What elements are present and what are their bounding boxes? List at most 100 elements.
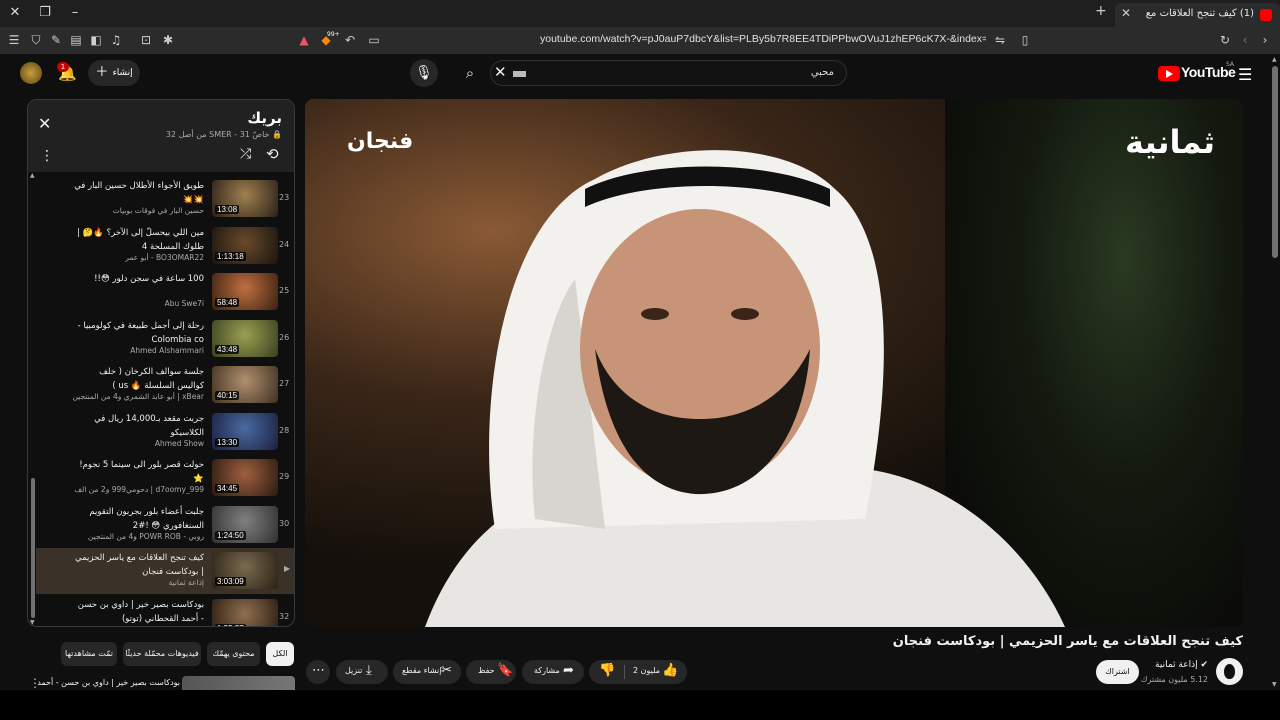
download-button[interactable]: تنزيل ⤓ [336,660,388,684]
like-icon[interactable]: 👍 [662,663,678,678]
like-count[interactable]: 2 مليون [633,666,660,675]
channel-name[interactable]: ✔ إذاعة ثمانية [1155,660,1208,670]
playlist-item[interactable]: 29 34:45 حولت قصر بلور الى سينما 5 نجوم!⭐ d… [36,455,294,501]
playlist-privacy: خاصّ [252,130,270,139]
hamburger-menu-icon[interactable]: ☰ [1238,65,1252,84]
sidebar-menu-icon[interactable]: ☰ [6,32,22,48]
brave-rewards-icon[interactable]: ▲ [296,32,312,48]
duration-badge: 40:15 [215,391,240,400]
playlist-title[interactable]: بريك [247,109,282,127]
close-icon[interactable]: ✕ [38,114,51,133]
playlist-item-channel: Ahmed Show [154,438,204,448]
save-button[interactable]: حفظ 🔖 [466,660,516,684]
playlist-item[interactable]: 28 13:30 جربت مقعد بـ14,000 ريال في الكلاس… [36,409,294,455]
browser-toolbar: ☰ ⛉ ✎ ▤ ◧ ♫ ⊡ ✱ ▲ ◆ 99+ ↶ ▭ youtube.com/… [0,27,1280,54]
window-close-icon[interactable]: ✕ [4,4,26,22]
playlist-item-index: 25 [279,286,290,295]
divider [624,665,625,679]
subscribe-button[interactable]: اشتراك [1096,660,1139,684]
playlist-item[interactable]: 30 1:24:50 جلبت أعضاء بلور بجربون التقويم … [36,502,294,548]
music-icon[interactable]: ♫ [108,32,124,48]
playlist-owner[interactable]: SMER [209,130,232,139]
page-scrollbar[interactable]: ▲ ▼ [1270,54,1280,690]
search-input[interactable]: ✕ محبي [490,60,847,86]
channel-wordmark: ثمانية [1125,123,1215,161]
playlist-item-channel: حسين البار في فوقات بوبيات [112,206,204,215]
more-actions-button[interactable]: ⋯ [306,660,330,684]
scroll-up-icon[interactable]: ▲ [30,172,35,179]
scroll-up-icon[interactable]: ▲ [1272,56,1277,63]
tabs-icon[interactable]: ▤ [68,32,84,48]
video-player[interactable]: فنجان ثمانية [305,99,1243,627]
dislike-icon[interactable]: 👎 [599,663,615,678]
shield-icon[interactable]: ⛉ [28,32,44,48]
playlist-panel: بريك 🔒 خاصّ SMER - 31 من أصل 32 ✕ ⋮ ⤮ ⟲ … [27,99,295,627]
playlist-position: 31 من أصل 32 [165,130,250,139]
chip-watched[interactable]: تمّت مشاهدتها [61,642,117,666]
cast-icon[interactable]: ▭ [366,32,382,48]
undo-icon[interactable]: ↶ [342,32,358,48]
playlist-item[interactable]: 25 58:48 100 ساعة في سجن دلور 😳!! Abu Swe7i [36,269,294,315]
chip-for-you[interactable]: محتوى يهمّك [207,642,260,666]
puzzle-icon[interactable]: ✱ [160,32,176,48]
bookmark-icon[interactable]: ▯ [1017,32,1033,48]
browser-tab-strip: ✕ ❐ – + ✕ (1) كيف تنجح العلاقات مع ياسر … [0,0,1280,27]
clear-search-icon[interactable]: ✕ [494,63,507,81]
playlist-item-title: مين اللي بيحسلّ إلى الآخر؟ 🔥🤔 | طلوك الم… [77,227,204,252]
duration-badge: 1:55:37 [215,623,246,626]
loop-icon[interactable]: ⟲ [266,145,279,163]
share-button[interactable]: مشاركة ➦ [522,660,584,684]
playlist-item[interactable]: 32 1:55:37 بودكاست بصير خير | داوي بن حسن … [36,595,294,626]
forward-icon[interactable]: › [1257,32,1273,48]
scroll-thumb[interactable] [31,478,35,618]
back-icon[interactable]: ‹ [1237,32,1253,48]
youtube-favicon-icon [1260,9,1272,21]
playlist-item-thumbnail: 1:24:50 [212,505,278,543]
shuffle-icon[interactable]: ⤮ [240,146,251,162]
more-icon[interactable]: ⋮ [40,148,54,164]
window-restore-icon[interactable]: ❐ [34,4,56,22]
tab-close-icon[interactable]: ✕ [1121,6,1131,20]
bottom-area [0,690,1280,720]
window-minimize-icon[interactable]: – [64,4,86,22]
duration-badge: 1:13:18 [215,251,246,261]
duration-badge: 13:08 [215,205,240,214]
site-settings-icon[interactable]: ⇋ [992,32,1008,48]
url-field[interactable]: youtube.com/watch?v=pJ0auP7dbcY&list=PLB… [540,33,986,45]
browser-tab[interactable]: ✕ (1) كيف تنجح العلاقات مع ياسر الحزيمي … [1115,3,1280,27]
playlist-item-title: 100 ساعة في سجن دلور 😳!! [94,274,204,284]
playlist-item-title: رحلة إلى أجمل طبيعة في كولومبيا - Colomb… [77,320,204,345]
extensions-icon[interactable]: ✎ [48,32,64,48]
create-button[interactable]: ＋ إنشاء [88,60,140,86]
next-up-item[interactable]: ⋮ بودكاست بصير خير | داوي بن حسن - أحمد [27,676,295,690]
chip-recent[interactable]: فيديوهات محمّلة حديثًا [123,642,201,666]
playlist-item[interactable]: 26 43:48 رحلة إلى أجمل طبيعة في كولومبيا -… [36,316,294,362]
playlist-item[interactable]: 23 13:08 طويق الأجواء الأطلال حسين البار ف… [36,176,294,222]
show-wordmark: فنجان [347,129,414,154]
playlist-item-title: جربت مقعد بـ14,000 ريال في الكلاسيكو [94,413,204,438]
mic-icon[interactable]: 🎙 [410,59,438,87]
playlist-item[interactable]: 27 40:15 جلسة سوالف الكرخان ( خلف كواليس ا… [36,362,294,408]
clip-button[interactable]: إنشاء مقطع ✂ [393,660,461,684]
sidebar-icon[interactable]: ◧ [88,32,104,48]
verified-icon: ✔ [1197,660,1208,670]
chip-all[interactable]: الكل [266,642,294,666]
playlist-item-current[interactable]: ▶ 3:03:09 كيف تنجح العلاقات مع ياسر الحزيم… [36,548,294,594]
save-label: حفظ [478,666,495,675]
download-label: تنزيل [345,666,363,675]
playlist-item-index: 32 [279,611,290,621]
playlist-item-title: جلبت أعضاء بلور بجربون التقويم السنغافور… [89,506,204,531]
channel-avatar[interactable] [1216,658,1243,685]
new-tab-button[interactable]: + [1095,3,1107,19]
reload-icon[interactable]: ↻ [1217,32,1233,48]
scroll-thumb[interactable] [1272,66,1278,258]
playlist-item-channel: d7oomy_999 | دحومي999 و2 من الف [74,485,204,494]
create-label: إنشاء [112,68,133,78]
playlist-item[interactable]: 24 1:13:18 مين اللي بيحسلّ إلى الآخر؟ 🔥🤔 |… [36,223,294,269]
scroll-down-icon[interactable]: ▼ [30,619,35,626]
scroll-down-icon[interactable]: ▼ [1272,681,1277,688]
playlist-item-index: 29 [279,472,290,481]
search-icon[interactable]: ⌕ [455,60,485,86]
screenshot-icon[interactable]: ⊡ [138,32,154,48]
avatar[interactable] [20,62,42,84]
